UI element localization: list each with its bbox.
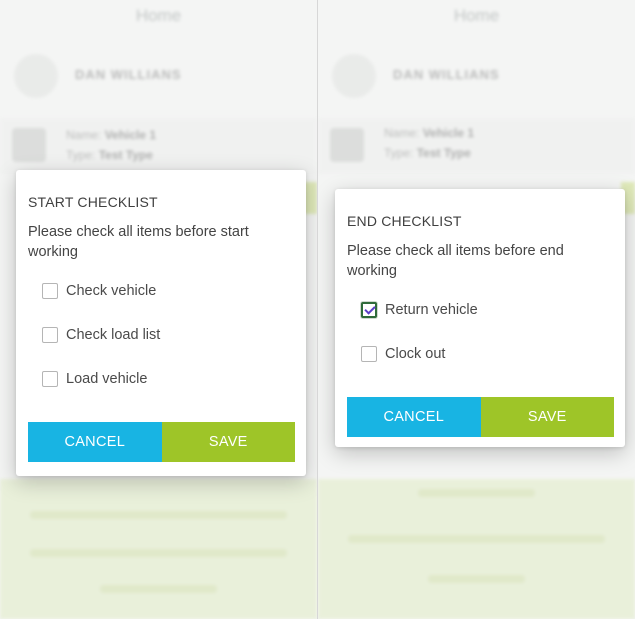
footer-line bbox=[30, 511, 287, 519]
checklist-item-label: Clock out bbox=[385, 346, 446, 362]
checkbox[interactable] bbox=[42, 371, 58, 387]
type-value: Test Type bbox=[98, 148, 153, 162]
vehicle-name-line: Name: Vehicle 1 bbox=[66, 128, 156, 142]
footer-line bbox=[30, 549, 287, 557]
save-button[interactable]: SAVE bbox=[161, 422, 295, 462]
save-button[interactable]: SAVE bbox=[480, 397, 614, 437]
green-footer bbox=[0, 479, 317, 619]
vehicle-label: Name: bbox=[66, 128, 102, 142]
checklist-item-label: Check load list bbox=[66, 327, 161, 343]
dialog-title: START CHECKLIST bbox=[28, 194, 158, 210]
vehicle-row bbox=[0, 118, 317, 174]
checklist-item-clock-out[interactable]: Clock out bbox=[361, 343, 445, 365]
company-logo bbox=[14, 54, 58, 98]
checklist-item-check-load-list[interactable]: Check load list bbox=[42, 324, 160, 346]
green-footer bbox=[318, 479, 635, 619]
vehicle-value: Vehicle 1 bbox=[104, 128, 157, 142]
right-screen: Home DAN WILLIANS Name: Vehicle 1 Type: … bbox=[318, 0, 635, 619]
checkbox[interactable] bbox=[42, 327, 58, 343]
left-screen: Home DAN WILLIANS Name: Vehicle 1 Type: … bbox=[0, 0, 317, 619]
vehicle-row bbox=[318, 118, 635, 174]
dialog-description: Please check all items before end workin… bbox=[347, 243, 564, 279]
checklist-item-check-vehicle[interactable]: Check vehicle bbox=[42, 280, 156, 302]
type-label: Type: bbox=[384, 146, 414, 160]
footer-line bbox=[428, 575, 525, 583]
footer-line bbox=[418, 489, 535, 497]
checklist-item-load-vehicle[interactable]: Load vehicle bbox=[42, 368, 147, 390]
type-label: Type: bbox=[66, 148, 96, 162]
dialog-actions: CANCEL SAVE bbox=[347, 397, 614, 437]
cancel-button[interactable]: CANCEL bbox=[28, 422, 162, 462]
vehicle-type-line: Type: Test Type bbox=[384, 146, 471, 160]
company-logo bbox=[332, 54, 376, 98]
user-name: DAN WILLIANS bbox=[393, 67, 500, 82]
checklist-item-label: Check vehicle bbox=[66, 283, 157, 299]
user-name: DAN WILLIANS bbox=[75, 67, 182, 82]
end-checklist-dialog: END CHECKLIST Please check all items bef… bbox=[335, 189, 625, 447]
vehicle-type-line: Type: Test Type bbox=[66, 148, 153, 162]
vehicle-label: Name: bbox=[384, 126, 420, 140]
truck-icon bbox=[12, 128, 46, 162]
type-value: Test Type bbox=[416, 146, 471, 160]
truck-icon bbox=[330, 128, 364, 162]
checkbox[interactable] bbox=[42, 283, 58, 299]
checkbox[interactable] bbox=[361, 346, 377, 362]
footer-line bbox=[348, 535, 605, 543]
home-title: Home bbox=[135, 6, 182, 25]
home-title: Home bbox=[453, 6, 500, 25]
cancel-button[interactable]: CANCEL bbox=[347, 397, 481, 437]
checkbox-checked[interactable] bbox=[361, 302, 377, 318]
vehicle-value: Vehicle 1 bbox=[422, 126, 475, 140]
dialog-description: Please check all items before start work… bbox=[28, 224, 249, 260]
checklist-item-return-vehicle[interactable]: Return vehicle bbox=[361, 299, 478, 321]
dialog-title: END CHECKLIST bbox=[347, 213, 462, 229]
checklist-item-label: Load vehicle bbox=[66, 371, 148, 387]
checklist-item-label: Return vehicle bbox=[385, 302, 478, 318]
start-checklist-dialog: START CHECKLIST Please check all items b… bbox=[16, 170, 306, 476]
dialog-actions: CANCEL SAVE bbox=[28, 422, 295, 462]
vehicle-name-line: Name: Vehicle 1 bbox=[384, 126, 474, 140]
footer-line bbox=[100, 585, 217, 593]
